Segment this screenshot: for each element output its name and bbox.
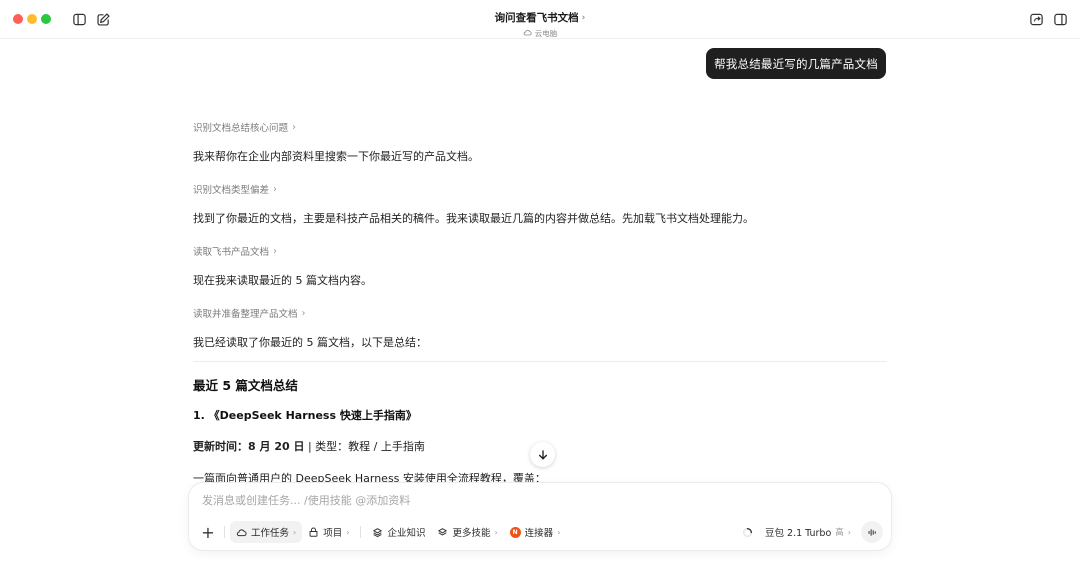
chevron-right-icon: › — [557, 527, 561, 537]
loading-spinner-icon — [736, 521, 759, 543]
audio-wave-icon — [868, 528, 876, 536]
step-label: 识别文档类型偏差 — [193, 185, 270, 196]
project-icon — [309, 527, 318, 537]
enterprise-knowledge-button[interactable]: 企业知识 — [366, 521, 431, 543]
window-subtitle: 云电脑 — [534, 29, 558, 38]
title-bar: 询问查看飞书文档 › 云电脑 — [0, 0, 1080, 39]
thinking-step-4[interactable]: 读取并准备整理产品文档 › — [193, 306, 306, 321]
work-task-label: 工作任务 — [251, 528, 290, 539]
summary-heading: 最近 5 篇文档总结 — [193, 378, 298, 393]
doc-meta-rest: | 类型：教程 / 上手指南 — [304, 440, 425, 453]
chevron-right-icon: › — [292, 121, 297, 133]
model-tag: 高 — [835, 528, 844, 538]
chevron-right-icon: › — [346, 527, 350, 537]
chevron-right-icon: › — [293, 527, 297, 537]
add-attachment-button[interactable]: + — [197, 521, 219, 543]
more-skills-button[interactable]: 更多技能 › — [431, 521, 503, 543]
share-icon[interactable] — [1028, 11, 1044, 27]
chevron-right-icon: › — [581, 12, 586, 23]
step-label: 读取飞书产品文档 — [193, 247, 270, 258]
scroll-to-bottom-button[interactable] — [530, 442, 555, 467]
window-title-area[interactable]: 询问查看飞书文档 › 云电脑 — [0, 6, 1080, 39]
thinking-step-3[interactable]: 读取飞书产品文档 › — [193, 244, 278, 259]
window-title: 询问查看飞书文档 — [494, 12, 579, 24]
doc-title: 1. 《DeepSeek Harness 快速上手指南》 — [193, 409, 417, 422]
chevron-right-icon: › — [301, 307, 306, 319]
doc-meta-label: 更新时间：8 月 20 日 — [193, 440, 305, 453]
chevron-right-icon: › — [847, 527, 851, 537]
thinking-step-2[interactable]: 识别文档类型偏差 › — [193, 182, 278, 197]
assistant-paragraph-4: 我已经读取了你最近的 5 篇文档，以下是总结： — [193, 336, 427, 349]
chevron-right-icon: › — [273, 183, 278, 195]
message-input[interactable] — [202, 494, 842, 507]
connector-icon: N — [509, 526, 521, 538]
window-subtitle-row: 云电脑 — [0, 28, 1080, 39]
more-skills-label: 更多技能 — [452, 528, 491, 539]
step-label: 读取并准备整理产品文档 — [193, 309, 298, 320]
doc-meta: 更新时间：8 月 20 日 | 类型：教程 / 上手指南 — [193, 438, 425, 454]
layers-icon — [373, 527, 383, 537]
arrow-down-icon — [538, 449, 547, 459]
section-divider — [193, 361, 887, 362]
window-title-row: 询问查看飞书文档 › — [495, 10, 586, 25]
enterprise-knowledge-label: 企业知识 — [387, 528, 426, 539]
thinking-step-1[interactable]: 识别文档总结核心问题 › — [193, 120, 297, 135]
layers-icon — [438, 527, 448, 535]
message-composer: + 工作任务 › 项目 › — [189, 483, 891, 550]
app-window: 询问查看飞书文档 › 云电脑 帮我总结最近写的几篇产品文档 识别文档总结核心问题… — [0, 0, 1080, 562]
model-name: 豆包 2.1 Turbo — [765, 528, 832, 539]
toolbar-separator — [224, 526, 225, 538]
composer-toolbar: + 工作任务 › 项目 › 企业知识 更多技能 › N 连接器 › 豆包 2.1… — [197, 521, 883, 543]
cloud-icon — [523, 28, 532, 39]
step-label: 识别文档总结核心问题 — [193, 123, 289, 134]
assistant-paragraph-2: 找到了你最近的文档，主要是科技产品相关的稿件。我来读取最近几篇的内容并做总结。先… — [193, 212, 754, 225]
user-message-bubble: 帮我总结最近写的几篇产品文档 — [706, 48, 886, 79]
connector-button[interactable]: N 连接器 › — [504, 521, 567, 543]
work-task-button[interactable]: 工作任务 › — [230, 521, 303, 543]
assistant-paragraph-1: 我来帮你在企业内部资料里搜索一下你最近写的产品文档。 — [193, 150, 479, 163]
voice-input-button[interactable] — [861, 521, 883, 543]
chevron-right-icon: › — [494, 527, 498, 537]
cloud-icon — [236, 528, 247, 536]
assistant-paragraph-3: 现在我来读取最近的 5 篇文档内容。 — [193, 274, 372, 287]
project-label: 项目 — [323, 528, 343, 539]
chevron-right-icon: › — [273, 245, 278, 257]
toolbar-separator — [360, 526, 362, 538]
project-button[interactable]: 项目 › — [302, 521, 355, 543]
connector-label: 连接器 — [524, 528, 554, 539]
model-selector-button[interactable]: 豆包 2.1 Turbo 高 › — [759, 521, 857, 543]
right-panel-toggle-icon[interactable] — [1052, 11, 1068, 27]
